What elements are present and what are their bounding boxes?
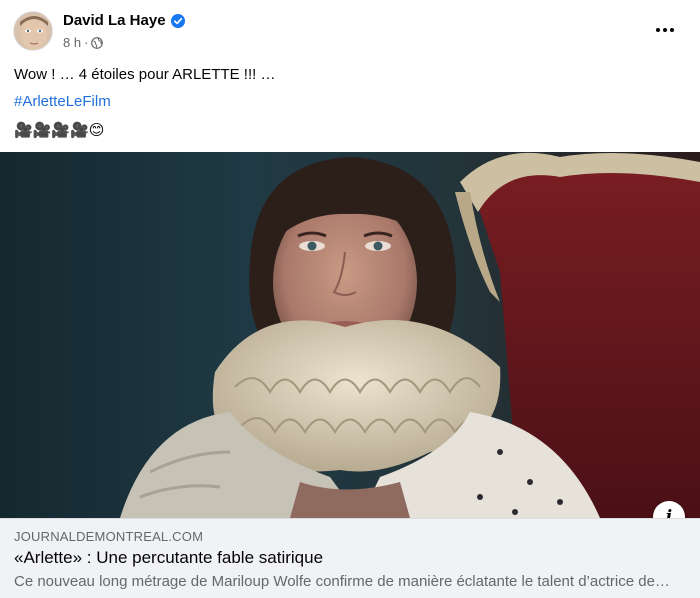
- author-name-row: David La Haye: [63, 12, 185, 29]
- author-avatar[interactable]: [13, 11, 53, 51]
- more-options-icon[interactable]: [650, 18, 680, 42]
- post-timestamp[interactable]: 8 h: [63, 35, 81, 50]
- verified-badge-icon: [170, 13, 185, 28]
- link-preview-image[interactable]: [0, 152, 700, 518]
- link-title: «Arlette» : Une percutante fable satiriq…: [14, 548, 324, 567]
- emoji-line: 🎥🎥🎥🎥😊: [14, 122, 105, 139]
- link-domain: JOURNALDEMONTREAL.COM: [14, 529, 204, 544]
- hashtag-link[interactable]: #ArletteLeFilm: [14, 93, 111, 110]
- post-header: David La Haye 8 h ·: [0, 0, 700, 60]
- dot: [656, 28, 660, 32]
- facebook-post: David La Haye 8 h · Wow ! … 4 étoiles po…: [0, 0, 700, 598]
- link-preview-card[interactable]: JOURNALDEMONTREAL.COM «Arlette» : Une pe…: [0, 518, 700, 598]
- post-message: Wow ! … 4 étoiles pour ARLETTE !!! …: [14, 66, 276, 83]
- author-name[interactable]: David La Haye: [63, 12, 166, 29]
- post-meta: 8 h ·: [63, 35, 104, 50]
- dot: [670, 28, 674, 32]
- film-still-image: [0, 152, 700, 518]
- globe-icon: [91, 36, 104, 49]
- dot: [663, 28, 667, 32]
- avatar-image: [14, 12, 52, 50]
- meta-separator: ·: [84, 35, 89, 50]
- link-description: Ce nouveau long métrage de Mariloup Wolf…: [14, 573, 674, 590]
